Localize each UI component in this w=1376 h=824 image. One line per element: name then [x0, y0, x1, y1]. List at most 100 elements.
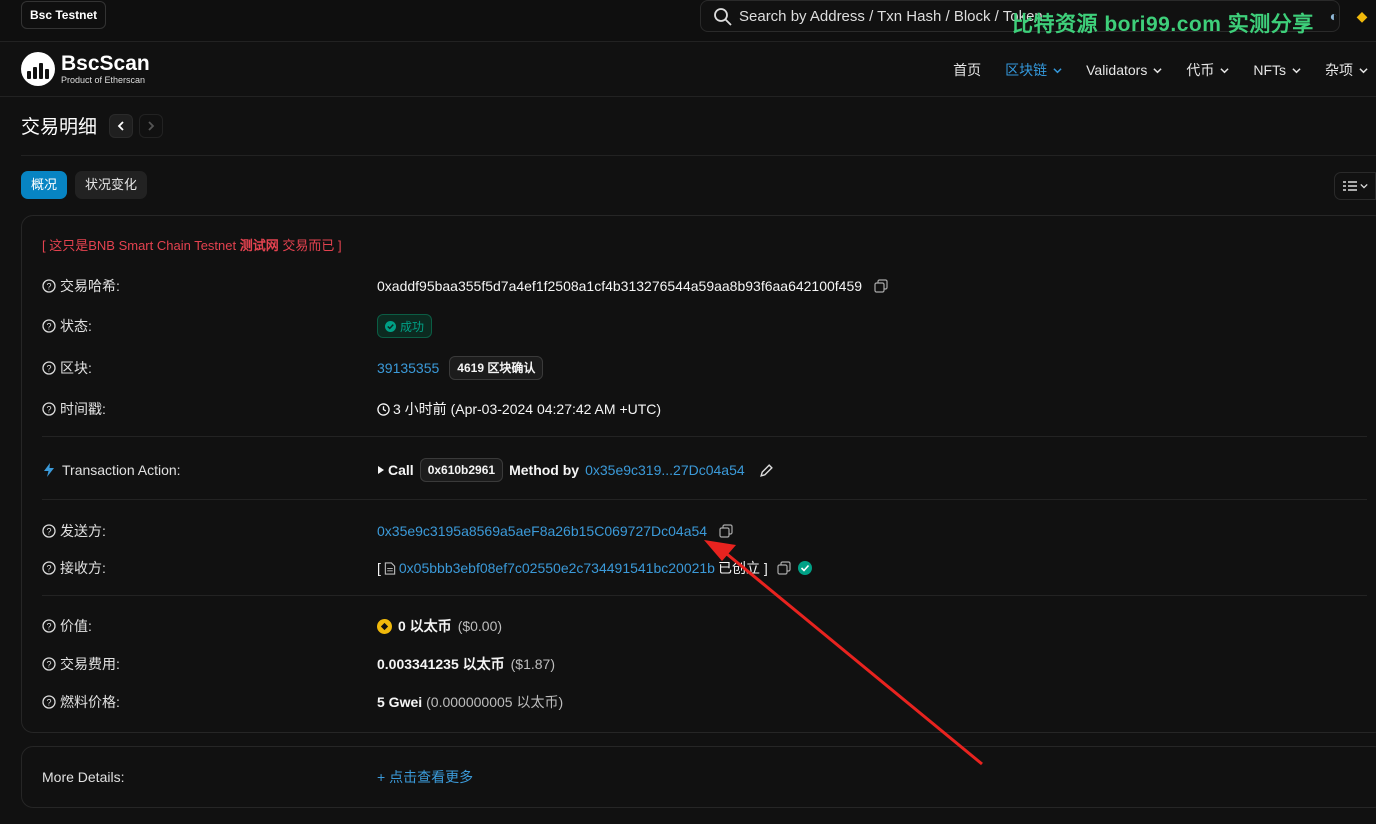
value-usd: ($0.00) — [457, 618, 503, 634]
to-bracket: [ — [377, 560, 381, 576]
prev-tx-button[interactable] — [109, 113, 134, 138]
method-by-text: Method by — [509, 462, 580, 478]
tab-overview[interactable]: 概况 — [21, 171, 68, 199]
nav-misc[interactable]: 杂项 — [1325, 60, 1368, 80]
row-status: ? 状态: 成功 — [42, 314, 1342, 338]
fee-usd: ($1.87) — [510, 656, 555, 672]
tx-hash-label: 交易哈希: — [60, 278, 120, 294]
nav-nfts[interactable]: NFTs — [1253, 60, 1301, 80]
chevron-down-icon — [1359, 67, 1368, 73]
status-label: 状态: — [60, 318, 92, 334]
tab-state-changes[interactable]: 状况变化 — [75, 171, 148, 199]
logo[interactable]: BscScan Product of Etherscan — [21, 52, 150, 86]
fee-label: 交易费用: — [60, 656, 120, 672]
question-icon[interactable]: ? — [42, 695, 56, 709]
check-circle-icon — [385, 320, 396, 332]
contract-file-icon — [384, 561, 396, 575]
copy-icon[interactable] — [777, 561, 791, 575]
bnb-icon[interactable]: ◆ — [1348, 2, 1376, 30]
svg-text:?: ? — [46, 282, 51, 292]
chevron-right-icon — [148, 120, 155, 131]
row-transaction-action: Transaction Action: Call 0x610b2961 Method… — [42, 458, 1342, 482]
value-amount: 0 以太币 — [398, 618, 452, 634]
from-address-link[interactable]: 0x35e9c3195a8569a5aeF8a26b15C069727Dc04a… — [377, 523, 707, 539]
caret-right-icon — [378, 466, 384, 474]
gas-price-label: 燃料价格: — [60, 694, 120, 710]
divider — [42, 595, 1367, 596]
question-icon[interactable]: ? — [42, 619, 56, 633]
from-label: 发送方: — [60, 523, 106, 539]
svg-text:?: ? — [46, 622, 51, 632]
question-icon[interactable]: ? — [42, 657, 56, 671]
nav-blockchain[interactable]: 区块链 — [1005, 60, 1062, 80]
contract-created-text: 已创立 ] — [717, 560, 768, 576]
question-icon[interactable]: ? — [42, 361, 56, 375]
question-icon[interactable]: ? — [42, 279, 56, 293]
method-badge: 0x610b2961 — [419, 458, 504, 482]
gas-price-detail: (0.000000005 以太币) — [426, 694, 564, 710]
testnet-notice: [ 这只是BNB Smart Chain Testnet 测试网 交易而已 ] — [42, 238, 342, 253]
block-link[interactable]: 39135355 — [377, 360, 439, 376]
question-icon[interactable]: ? — [42, 524, 56, 538]
row-from: ? 发送方: 0x35e9c3195a8569a5aeF8a26b15C06972… — [42, 519, 1342, 543]
value-label: 价值: — [60, 618, 92, 634]
to-contract-link[interactable]: 0x05bbb3ebf08ef7c02550e2c734491541bc2002… — [399, 560, 715, 576]
transaction-details-card: [ 这只是BNB Smart Chain Testnet 测试网 交易而已 ] … — [21, 215, 1376, 733]
chevron-down-icon — [1359, 183, 1368, 189]
divider — [42, 436, 1367, 437]
question-icon[interactable]: ? — [42, 402, 56, 416]
search-input[interactable] — [739, 1, 1059, 31]
copy-icon[interactable] — [874, 279, 888, 293]
logo-subtitle: Product of Etherscan — [61, 75, 146, 85]
divider — [21, 155, 1376, 156]
list-view-button[interactable] — [1334, 172, 1376, 200]
copy-icon[interactable] — [719, 524, 733, 538]
page-title-row: 交易明细 — [21, 112, 164, 139]
more-details-label: More Details: — [42, 769, 125, 785]
clock-icon — [377, 402, 390, 416]
chevron-down-icon — [1292, 67, 1301, 73]
question-icon[interactable]: ? — [42, 561, 56, 575]
gas-price-amount: 5 Gwei — [377, 694, 423, 710]
lightning-icon — [44, 463, 54, 477]
status-badge: 成功 — [377, 314, 433, 338]
nav-tokens[interactable]: 代币 — [1186, 60, 1229, 80]
timestamp-value: 3 小时前 (Apr-03-2024 04:27:42 AM +UTC) — [393, 401, 662, 417]
row-value: ? 价值: 0 以太币 ($0.00) — [42, 614, 1342, 638]
action-label: Transaction Action: — [62, 462, 181, 478]
row-block: ? 区块: 39135355 4619 区块确认 — [42, 356, 1342, 380]
next-tx-button[interactable] — [139, 113, 164, 138]
row-gas-price: ? 燃料价格: 5 Gwei (0.000000005 以太币) — [42, 690, 1342, 714]
action-address-link[interactable]: 0x35e9c319...27Dc04a54 — [585, 462, 745, 478]
nav-home[interactable]: 首页 — [953, 60, 981, 80]
more-details-card: More Details: + 点击查看更多 — [21, 746, 1376, 808]
row-tx-hash: ? 交易哈希: 0xaddf95baa355f5d7a4ef1f2508a1cf4… — [42, 274, 1342, 298]
show-more-link[interactable]: + 点击查看更多 — [377, 767, 473, 787]
watermark-text: 比特资源 bori99.com 实测分享 — [1012, 13, 1314, 36]
confirmations-badge: 4619 区块确认 — [449, 356, 544, 380]
logo-title: BscScan — [61, 52, 150, 75]
row-fee: ? 交易费用: 0.003341235 以太币 ($1.87) — [42, 652, 1342, 676]
pencil-icon[interactable] — [759, 463, 774, 478]
svg-text:?: ? — [46, 698, 51, 708]
row-to: ? 接收方: [0x05bbb3ebf08ef7c02550e2c73449154… — [42, 556, 1342, 580]
tabs: 概况 状况变化 — [21, 171, 148, 199]
chevron-down-icon — [1153, 67, 1162, 73]
main-nav: 首页 区块链 Validators 代币 NFTs 杂项 — [953, 60, 1368, 80]
chevron-down-icon — [1053, 67, 1062, 73]
theme-icon[interactable]: ◐ — [1320, 2, 1348, 30]
top-icons: ◐ ◆ — [1320, 2, 1376, 30]
page-title: 交易明细 — [21, 117, 98, 138]
divider — [42, 499, 1367, 500]
svg-text:?: ? — [46, 405, 51, 415]
top-bar: Bsc Testnet 比特资源 bori99.com 实测分享 ◐ ◆ — [0, 0, 1376, 42]
row-more-details: More Details: + 点击查看更多 — [42, 765, 1342, 789]
network-badge[interactable]: Bsc Testnet — [21, 1, 107, 29]
svg-text:?: ? — [46, 527, 51, 537]
timestamp-label: 时间戳: — [60, 401, 106, 417]
bnb-coin-icon — [377, 618, 392, 634]
nav-validators[interactable]: Validators — [1086, 60, 1162, 80]
logo-icon — [21, 52, 55, 86]
question-icon[interactable]: ? — [42, 319, 56, 333]
list-icon — [1342, 181, 1357, 191]
